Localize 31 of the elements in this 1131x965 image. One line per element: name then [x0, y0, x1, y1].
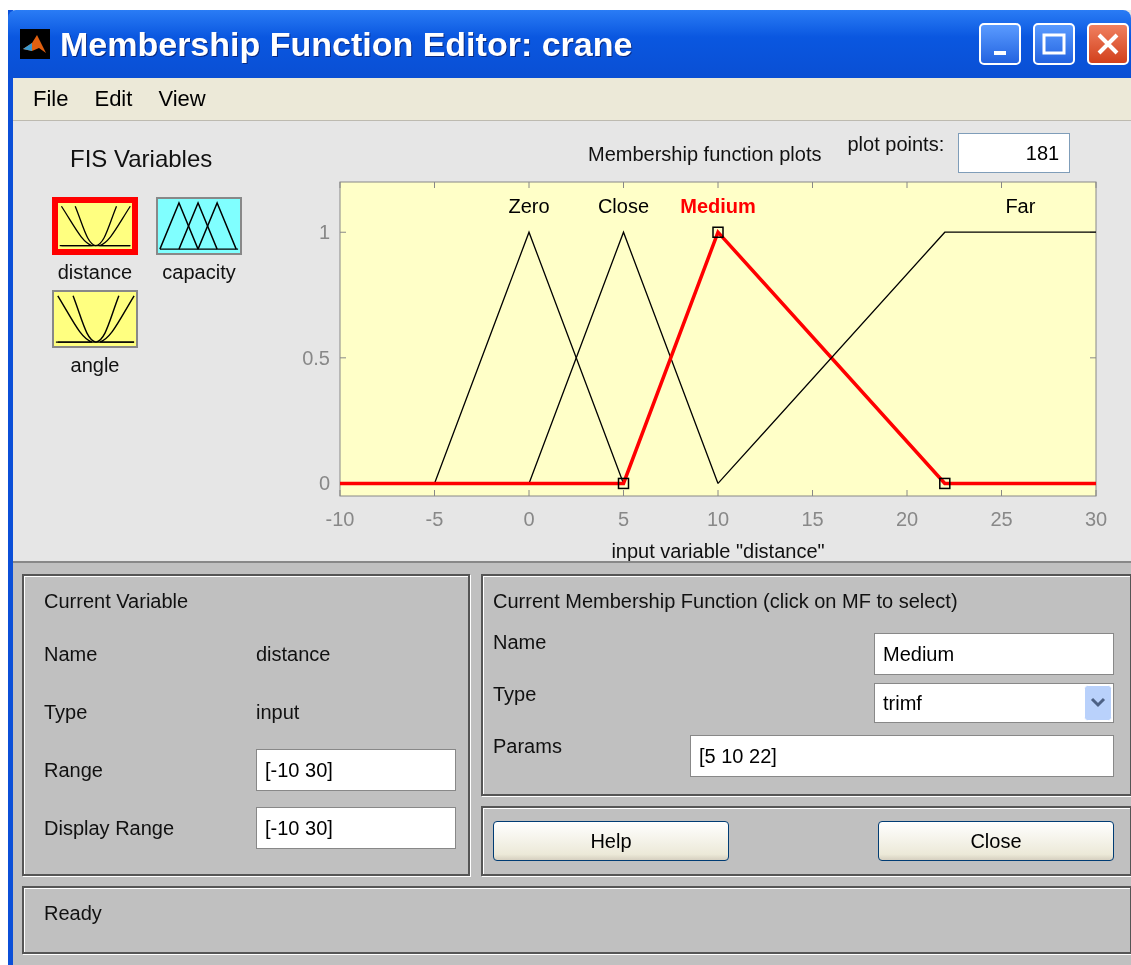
pane-title: FIS Variables	[70, 145, 214, 173]
window-title: Membership Function Editor: crane	[60, 24, 634, 64]
plot-points-label: plot points:	[847, 133, 945, 156]
x-tick-label: 15	[801, 507, 824, 530]
y-tick-label: 1	[318, 221, 330, 244]
field-label: Type	[493, 683, 537, 706]
y-tick-label: 0.5	[303, 346, 330, 369]
field-value: distance	[256, 642, 331, 666]
field-label: Name	[44, 642, 99, 666]
field-label: Name	[493, 631, 547, 654]
plot-title: Membership function plots	[588, 143, 822, 166]
variable-name: distance	[57, 261, 133, 284]
x-tick-label: 20	[895, 507, 919, 530]
x-tick-label: 25	[990, 507, 1013, 530]
x-tick-label: 10	[706, 507, 730, 530]
y-tick-label: 0	[318, 472, 330, 495]
panel-title: Current Membership Function (click on MF to select)	[492, 589, 959, 613]
status-text: Ready	[43, 901, 103, 925]
field-label: Display Range	[44, 816, 176, 840]
field-label: Params	[493, 735, 562, 758]
x-tick-label: 5	[617, 507, 630, 530]
x-tick-label: -10	[325, 507, 355, 530]
panel-title: Current Variable	[43, 589, 190, 613]
field-label: Range	[44, 758, 104, 782]
variable-name: angle	[70, 354, 120, 377]
x-tick-label: 30	[1084, 507, 1108, 530]
x-tick-label: -5	[425, 507, 444, 530]
x-tick-label: 0	[523, 507, 535, 530]
field-label: Type	[44, 700, 89, 724]
variable-name: capacity	[162, 261, 236, 284]
field-value: input	[256, 700, 300, 724]
